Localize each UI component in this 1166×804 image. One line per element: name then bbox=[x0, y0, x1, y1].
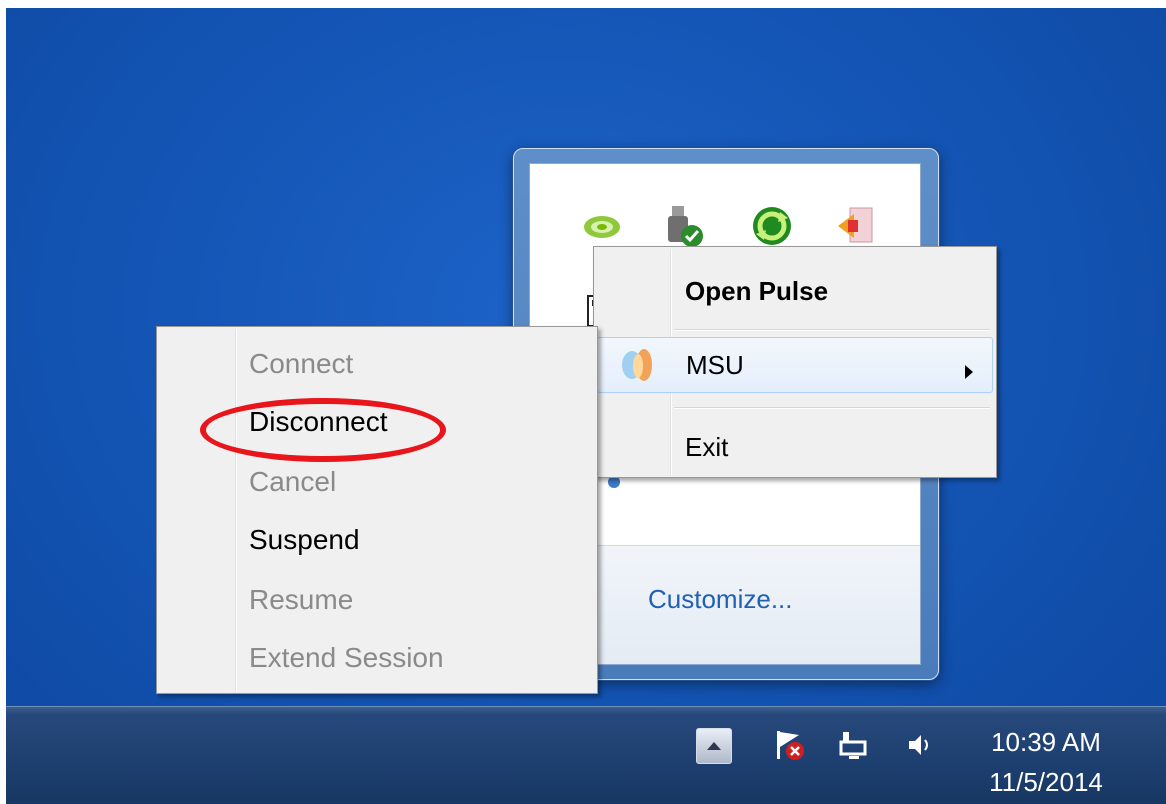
submenu-item-disconnect[interactable]: Disconnect bbox=[249, 397, 388, 447]
nvidia-icon[interactable] bbox=[582, 212, 622, 246]
menu-separator bbox=[674, 407, 990, 409]
menu-item-label: Open Pulse bbox=[685, 275, 829, 306]
customize-link[interactable]: Customize... bbox=[648, 584, 793, 615]
msu-submenu: Connect Disconnect Cancel Suspend Resume… bbox=[156, 326, 598, 694]
action-center-flag-icon[interactable] bbox=[770, 726, 810, 764]
submenu-item-cancel[interactable]: Cancel bbox=[249, 457, 336, 507]
menu-separator bbox=[674, 329, 990, 331]
pulse-context-menu: Open Pulse MSU Exit bbox=[593, 246, 997, 478]
menu-item-label: MSU bbox=[686, 349, 744, 380]
menu-item-msu[interactable]: MSU bbox=[597, 337, 993, 393]
menu-gutter bbox=[235, 329, 237, 691]
show-hidden-icons-button[interactable] bbox=[696, 728, 732, 764]
pulse-connection-icon bbox=[618, 346, 660, 391]
volume-icon[interactable] bbox=[902, 726, 938, 764]
network-icon[interactable] bbox=[834, 726, 874, 764]
menu-item-exit[interactable]: Exit bbox=[597, 419, 993, 475]
submenu-item-extend-session[interactable]: Extend Session bbox=[249, 633, 444, 683]
clock-time: 10:39 AM bbox=[991, 727, 1101, 757]
submenu-item-resume[interactable]: Resume bbox=[249, 575, 353, 625]
submenu-item-suspend[interactable]: Suspend bbox=[249, 515, 360, 565]
menu-item-open-pulse[interactable]: Open Pulse bbox=[597, 263, 993, 319]
clock-date: 11/5/2014 bbox=[989, 767, 1103, 797]
menu-item-label: Exit bbox=[685, 431, 729, 462]
desktop: Customize... Open Pulse MSU Exit Connect… bbox=[6, 8, 1166, 804]
sync-icon[interactable] bbox=[750, 204, 794, 252]
submenu-item-connect[interactable]: Connect bbox=[249, 339, 353, 389]
submenu-arrow-icon bbox=[964, 356, 974, 387]
system-clock[interactable]: 10:39 AM 11/5/2014 bbox=[986, 722, 1106, 802]
